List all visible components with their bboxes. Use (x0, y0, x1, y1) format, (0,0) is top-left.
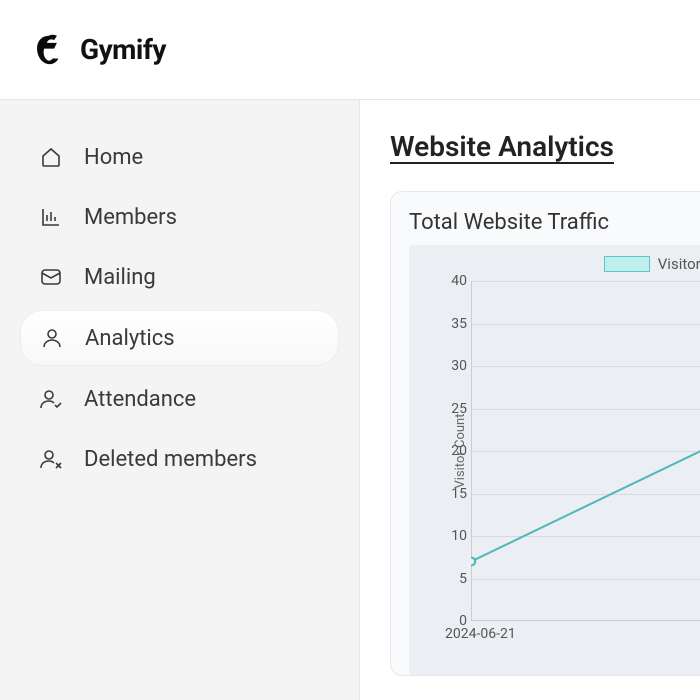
page-title: Website Analytics (390, 130, 700, 163)
chart-line (471, 281, 700, 621)
brand-name: Gymify (80, 33, 166, 66)
sidebar-item-label: Attendance (84, 387, 196, 412)
chart-legend: Visitor C (409, 255, 700, 273)
user-check-icon (38, 386, 64, 412)
mail-icon (38, 264, 64, 290)
y-axis-ticks: 0510152025303540 (441, 281, 467, 621)
y-tick-label: 15 (441, 486, 467, 502)
x-tick-label: 2024-06-21 (445, 626, 516, 642)
sidebar-item-deleted-members[interactable]: Deleted members (20, 432, 339, 486)
sidebar-item-attendance[interactable]: Attendance (20, 372, 339, 426)
topbar: Gymify (0, 0, 700, 100)
y-tick-label: 10 (441, 528, 467, 544)
y-tick-label: 25 (441, 401, 467, 417)
y-tick-label: 40 (441, 273, 467, 289)
sidebar-item-label: Analytics (85, 326, 175, 351)
sidebar-item-analytics[interactable]: Analytics (20, 310, 339, 366)
sidebar-item-home[interactable]: Home (20, 130, 339, 184)
legend-label: Visitor C (658, 255, 700, 273)
sidebar-item-label: Mailing (84, 265, 156, 290)
y-tick-label: 30 (441, 358, 467, 374)
y-tick-label: 5 (441, 571, 467, 587)
brand-logo-icon (30, 33, 64, 67)
sidebar: Home Members Mailing (0, 100, 360, 700)
bar-chart-icon (38, 204, 64, 230)
sidebar-item-label: Members (84, 205, 177, 230)
chart-title: Total Website Traffic (409, 210, 700, 235)
y-tick-label: 35 (441, 316, 467, 332)
sidebar-item-members[interactable]: Members (20, 190, 339, 244)
sidebar-item-label: Home (84, 145, 143, 170)
user-icon (39, 325, 65, 351)
legend-swatch (604, 256, 650, 272)
sidebar-item-mailing[interactable]: Mailing (20, 250, 339, 304)
main-content: Website Analytics Total Website Traffic … (360, 100, 700, 700)
chart-card: Total Website Traffic Visitor C Visitor … (390, 191, 700, 676)
chart-area: Visitor C Visitor Count 0510152025303540… (409, 245, 700, 675)
y-tick-label: 20 (441, 443, 467, 459)
home-icon (38, 144, 64, 170)
user-x-icon (38, 446, 64, 472)
chart-plot: Visitor Count 0510152025303540 2024-06-2… (471, 281, 700, 621)
sidebar-item-label: Deleted members (84, 447, 257, 472)
